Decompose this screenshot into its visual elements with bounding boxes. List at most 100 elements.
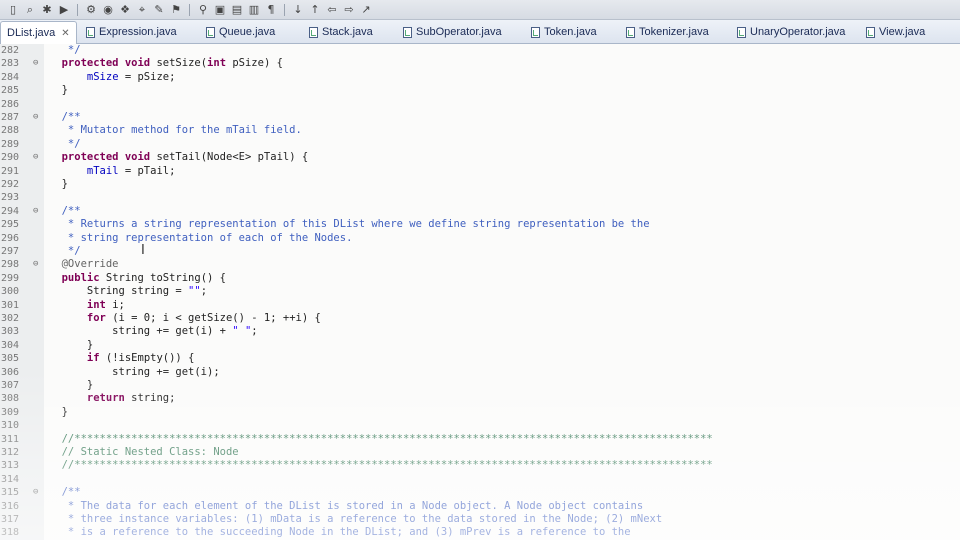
code-line[interactable]: protected void setSize(int pSize) { [30,57,283,70]
open-type-icon[interactable]: ❖ [118,3,132,17]
text-cursor-icon: I [141,243,145,258]
java-file-icon [206,26,215,38]
search-file-icon[interactable]: ⌖ [135,3,149,17]
code-line[interactable]: string += get(i); [30,366,219,379]
code-line[interactable]: * string representation of each of the N… [30,232,352,245]
code-line[interactable]: } [30,178,68,191]
code-line[interactable]: } [30,406,68,419]
code-line[interactable]: public String toString() { [30,272,226,285]
code-line[interactable]: * Returns a string representation of thi… [30,218,650,231]
task-icon[interactable]: ▣ [213,3,227,17]
run-icon[interactable]: ▶ [57,3,71,17]
tab-stack[interactable]: Stack.java [309,22,373,42]
code-line[interactable]: //**************************************… [30,433,713,446]
code-line[interactable]: * is a reference to the succeeding Node … [30,526,631,539]
code-line[interactable]: * The data for each element of the DList… [30,500,643,513]
tab-dlist[interactable]: DList.java ✕ [0,21,77,44]
tab-unaryoperator[interactable]: UnaryOperator.java [737,22,845,42]
line-number: 293 [0,191,44,204]
code-line[interactable]: * three instance variables: (1) mData is… [30,513,662,526]
code-line[interactable]: * Mutator method for the mTail field. [30,124,302,137]
line-number-text: 293 [1,192,20,204]
toolbar-separator [284,3,285,16]
code-editor[interactable]: 282 283 ⊖ 284 285 286 287 ⊖ 288 289 290 ⊖ 291 292 293 2… [0,44,960,540]
tab-label: Token.java [544,26,597,38]
code-line[interactable]: @Override [30,258,119,271]
new-class-icon[interactable]: ◉ [101,3,115,17]
line-number-text: 285 [1,85,20,97]
code-line[interactable]: string += get(i) + " "; [30,325,257,338]
tab-label: DList.java [7,27,56,39]
code-line[interactable]: //**************************************… [30,459,713,472]
tab-label: View.java [879,26,926,38]
line-number-text: 287 [1,112,20,123]
forward-icon[interactable]: ⇨ [342,3,356,17]
line-number-text: 317 [1,514,20,525]
line-number-text: 296 [1,232,20,244]
next-annotation-icon[interactable]: ↓ [291,3,305,17]
code-line[interactable]: /** [30,486,81,499]
line-number-text: 290 [1,152,20,164]
code-line[interactable]: /** [30,111,81,124]
code-line[interactable]: } [30,84,68,97]
line-number-text: 283 [1,58,20,70]
search-icon[interactable]: ⌕ [23,3,37,17]
debug-icon[interactable]: ✱ [40,3,54,17]
code-line[interactable]: mTail = pTail; [30,165,176,178]
java-file-icon [626,26,635,38]
external-icon[interactable]: ↗ [359,3,373,17]
java-file-icon [866,26,875,38]
line-number-text: 282 [1,45,20,56]
line-number-text: 292 [1,179,20,190]
line-number-text: 298 [1,259,20,271]
main-toolbar: ▯ ⌕ ✱ ▶ ⚙ ◉ ❖ ⌖ ✎ ⚑ ⚲ ▣ ▤ ▥ ¶ ↓ ↑ ⇦ ⇨ ↗ [0,0,960,20]
code-line[interactable]: */ [30,44,81,57]
code-line[interactable]: mSize = pSize; [30,71,176,84]
toolbar-separator [189,3,190,16]
pilcrow-icon[interactable]: ¶ [264,3,278,17]
code-line[interactable]: int i; [30,299,125,312]
pin-icon[interactable]: ⚑ [169,3,183,17]
tab-token[interactable]: Token.java [531,22,597,42]
line-number-text: 299 [1,272,20,284]
editor-tab-bar: DList.java ✕ Expression.java Queue.java … [0,20,960,44]
line-number-text: 288 [1,125,20,137]
back-icon[interactable]: ⇦ [325,3,339,17]
tab-label: SubOperator.java [416,26,502,38]
code-line[interactable]: } [30,339,93,352]
code-line[interactable]: if (!isEmpty()) { [30,352,194,365]
code-line[interactable]: } [30,379,93,392]
external-tool-icon[interactable]: ⚙ [84,3,98,17]
code-line[interactable]: protected void setTail(Node<E> pTail) { [30,151,309,164]
block-icon[interactable]: ▥ [247,3,261,17]
tab-tokenizer[interactable]: Tokenizer.java [626,22,709,42]
code-line[interactable]: String string = ""; [30,285,207,298]
tab-label: Expression.java [99,26,177,38]
line-number: 286 [0,98,44,111]
code-line[interactable]: */ [30,245,81,258]
line-number-text: 311 [1,433,20,445]
line-number-text: 318 [1,527,20,539]
prev-annotation-icon[interactable]: ↑ [308,3,322,17]
annotation-icon[interactable]: ⚲ [196,3,210,17]
tab-view[interactable]: View.java [866,22,925,42]
line-number-text: 310 [1,420,20,432]
code-line[interactable]: */ [30,138,81,151]
line-number-text: 300 [1,286,20,298]
code-line[interactable]: for (i = 0; i < getSize() - 1; ++i) { [30,312,321,325]
page-icon[interactable]: ▯ [6,3,20,17]
highlight-icon[interactable]: ▤ [230,3,244,17]
line-number: 314 [0,473,44,486]
tab-label: UnaryOperator.java [750,26,846,38]
code-line[interactable]: // Static Nested Class: Node [30,446,239,459]
pen-icon[interactable]: ✎ [152,3,166,17]
tab-suboperator[interactable]: SubOperator.java [403,22,502,42]
tab-expression[interactable]: Expression.java [86,22,177,42]
code-line[interactable]: return string; [30,392,176,405]
tab-queue[interactable]: Queue.java [206,22,275,42]
line-number-text: 301 [1,299,20,311]
java-file-icon [531,26,540,38]
toolbar-separator [77,3,78,16]
code-line[interactable]: /** [30,205,81,218]
close-icon[interactable]: ✕ [61,28,69,39]
